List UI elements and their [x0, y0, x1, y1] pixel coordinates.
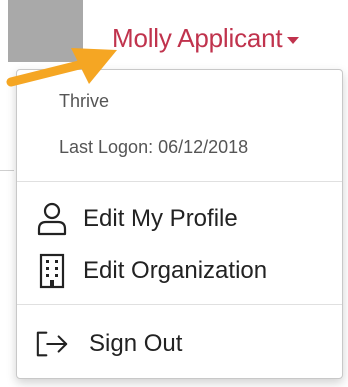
sign-out-label: Sign Out: [89, 330, 183, 357]
user-dropdown-menu: Thrive Last Logon: 06/12/2018 Edit My Pr…: [16, 69, 343, 379]
edit-my-profile-label: Edit My Profile: [83, 205, 238, 232]
edit-organization-item[interactable]: Edit Organization: [17, 247, 342, 295]
background-divider: [0, 170, 14, 171]
edit-organization-label: Edit Organization: [83, 257, 268, 284]
user-name-label: Molly Applicant: [112, 22, 283, 53]
sign-out-icon: [35, 325, 69, 363]
screenshot-stage: Molly Applicant Thrive Last Logon: 06/12…: [0, 0, 348, 387]
user-menu-toggle[interactable]: Molly Applicant: [112, 20, 300, 56]
last-logon-text: Last Logon: 06/12/2018: [59, 137, 249, 157]
edit-my-profile-item[interactable]: Edit My Profile: [17, 195, 342, 243]
sign-out-item[interactable]: Sign Out: [17, 320, 342, 368]
menu-divider: [17, 181, 342, 182]
menu-divider: [17, 304, 342, 305]
person-icon: [35, 200, 69, 238]
annotation-arrow-icon: [6, 48, 117, 87]
building-icon: [35, 252, 69, 290]
caret-down-icon: [287, 36, 300, 44]
